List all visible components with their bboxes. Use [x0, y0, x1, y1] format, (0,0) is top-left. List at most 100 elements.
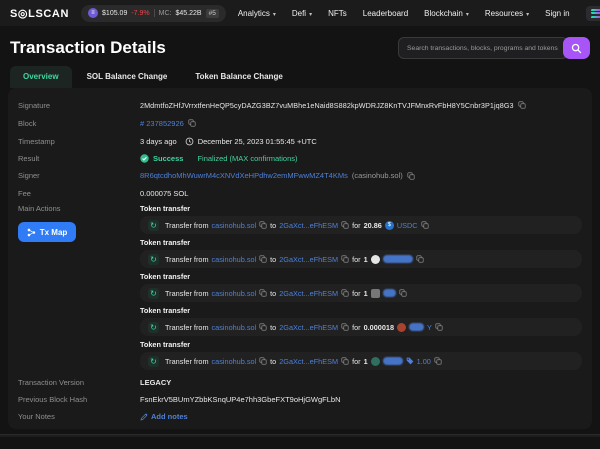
copy-icon[interactable]	[407, 172, 415, 180]
sol-price-change: -7.9%	[131, 10, 149, 17]
to-address-link[interactable]: 2GaXct...eFhESM	[279, 255, 338, 264]
copy-icon[interactable]	[341, 289, 349, 297]
from-address-link[interactable]: casinohub.sol	[212, 357, 257, 366]
copy-icon[interactable]	[259, 255, 267, 263]
token-icon	[371, 255, 380, 264]
copy-icon[interactable]	[341, 221, 349, 229]
copy-icon[interactable]	[259, 357, 267, 365]
to-address-link[interactable]: 2GaXct...eFhESM	[279, 221, 338, 230]
token-transfer-label: Token transfer	[140, 204, 582, 213]
from-address-link[interactable]: casinohub.sol	[212, 221, 257, 230]
solana-network-icon[interactable]	[586, 6, 600, 21]
tx-map-button[interactable]: Tx Map	[18, 222, 76, 242]
token-transfer-group: Token transfer ↻ Transfer from casinohub…	[140, 340, 582, 370]
copy-icon[interactable]	[259, 289, 267, 297]
transaction-details-card: Signature 2MdmtfoZHfJVrrxtfenHeQP5cyDAZG…	[8, 88, 592, 429]
transfer-icon: ↻	[148, 356, 159, 367]
token-transfer-label: Token transfer	[140, 306, 582, 315]
redacted-token-name	[383, 357, 403, 365]
version-label: Transaction Version	[18, 378, 140, 387]
price-tag-icon	[406, 357, 414, 365]
nav-blockchain[interactable]: Blockchain	[424, 9, 469, 18]
copy-icon[interactable]	[434, 357, 442, 365]
token-transfer-group: Token transfer ↻ Transfer from casinohub…	[140, 238, 582, 268]
copy-icon[interactable]	[435, 323, 443, 331]
copy-icon[interactable]	[416, 255, 424, 263]
token-transfer-group: Token transfer ↻ Transfer from casinohub…	[140, 306, 582, 336]
signer-address-link[interactable]: 8R6qtcdhoMhWuwrM4cXNVdXeHPdhw2emMFwwMZ4T…	[140, 171, 348, 180]
copy-icon[interactable]	[399, 289, 407, 297]
result-status: Success	[153, 154, 183, 163]
result-finality: Finalized (MAX confirmations)	[197, 154, 297, 163]
to-address-link[interactable]: 2GaXct...eFhESM	[279, 323, 338, 332]
token-link[interactable]: USDC	[397, 221, 418, 230]
transfer-amount: 1	[364, 357, 368, 366]
main-actions-label: Main Actions	[18, 204, 140, 213]
copy-icon[interactable]	[341, 255, 349, 263]
token-transfer-label: Token transfer	[140, 238, 582, 247]
sign-in-button[interactable]: Sign in	[545, 9, 569, 18]
main-nav: Analytics Defi NFTs Leaderboard Blockcha…	[238, 6, 600, 21]
copy-icon[interactable]	[341, 323, 349, 331]
prev-block-hash-value: FsnEkrV5BUmYZbbKSnqUP4e7hh3GbeFXT9oHjGWg…	[140, 395, 341, 404]
add-notes-link[interactable]: Add notes	[140, 412, 188, 421]
tx-map-icon	[27, 228, 36, 237]
transfer-amount: 1	[364, 255, 368, 264]
copy-icon[interactable]	[188, 119, 196, 127]
version-value: LEGACY	[140, 378, 171, 387]
nav-defi[interactable]: Defi	[292, 9, 312, 18]
your-notes-label: Your Notes	[18, 412, 140, 421]
signature-value: 2MdmtfoZHfJVrrxtfenHeQP5cyDAZG3BZ7vuMBhe…	[140, 101, 514, 110]
block-label: Block	[18, 119, 140, 128]
token-link[interactable]: Y	[427, 323, 432, 332]
usdc-token-icon: $	[385, 221, 394, 230]
block-row: Block # 237852926	[18, 114, 582, 132]
nav-nfts[interactable]: NFTs	[328, 9, 347, 18]
token-icon	[371, 357, 380, 366]
transfer-icon: ↻	[148, 322, 159, 333]
token-transfer-label: Token transfer	[140, 272, 582, 281]
nav-analytics[interactable]: Analytics	[238, 9, 276, 18]
copy-icon[interactable]	[341, 357, 349, 365]
solscan-logo[interactable]: S◎LSCAN	[10, 7, 69, 20]
nav-resources[interactable]: Resources	[485, 9, 529, 18]
from-address-link[interactable]: casinohub.sol	[212, 289, 257, 298]
copy-icon[interactable]	[259, 221, 267, 229]
to-address-link[interactable]: 2GaXct...eFhESM	[279, 357, 338, 366]
timestamp-row: Timestamp 3 days ago December 25, 2023 0…	[18, 132, 582, 150]
token-transfer-row: ↻ Transfer from casinohub.sol to 2GaXct.…	[140, 250, 582, 268]
block-link[interactable]: # 237852926	[140, 119, 184, 128]
to-address-link[interactable]: 2GaXct...eFhESM	[279, 289, 338, 298]
tab-token-balance-change[interactable]: Token Balance Change	[182, 66, 295, 88]
from-address-link[interactable]: casinohub.sol	[212, 323, 257, 332]
pencil-icon	[140, 413, 148, 421]
nav-leaderboard[interactable]: Leaderboard	[363, 9, 408, 18]
token-icon	[397, 323, 406, 332]
transfer-amount: 20.86	[364, 221, 382, 230]
tab-overview[interactable]: Overview	[10, 66, 72, 88]
sol-price-pill[interactable]: ≡ $105.09 -7.9% MC: $45.22B #5	[81, 5, 226, 22]
sol-price: $105.09	[102, 10, 127, 17]
signer-domain: (casinohub.sol)	[352, 171, 403, 180]
transfer-icon: ↻	[148, 220, 159, 231]
fee-label: Fee	[18, 189, 140, 198]
copy-icon[interactable]	[259, 323, 267, 331]
footer-divider	[0, 434, 600, 437]
search-button[interactable]	[563, 37, 590, 59]
copy-icon[interactable]	[518, 101, 526, 109]
signer-label: Signer	[18, 171, 140, 180]
result-label: Result	[18, 154, 140, 163]
token-transfer-label: Token transfer	[140, 340, 582, 349]
fee-value: 0.000075 SOL	[140, 189, 188, 198]
redacted-token-name	[409, 323, 424, 331]
from-address-link[interactable]: casinohub.sol	[212, 255, 257, 264]
timestamp-relative: 3 days ago	[140, 137, 177, 146]
tab-sol-balance-change[interactable]: SOL Balance Change	[74, 66, 181, 88]
signature-row: Signature 2MdmtfoZHfJVrrxtfenHeQP5cyDAZG…	[18, 96, 582, 114]
search-input[interactable]	[398, 37, 568, 59]
page-title: Transaction Details	[10, 38, 166, 58]
signature-label: Signature	[18, 101, 140, 110]
transfer-icon: ↻	[148, 288, 159, 299]
market-rank-badge: #5	[206, 9, 219, 18]
copy-icon[interactable]	[421, 221, 429, 229]
